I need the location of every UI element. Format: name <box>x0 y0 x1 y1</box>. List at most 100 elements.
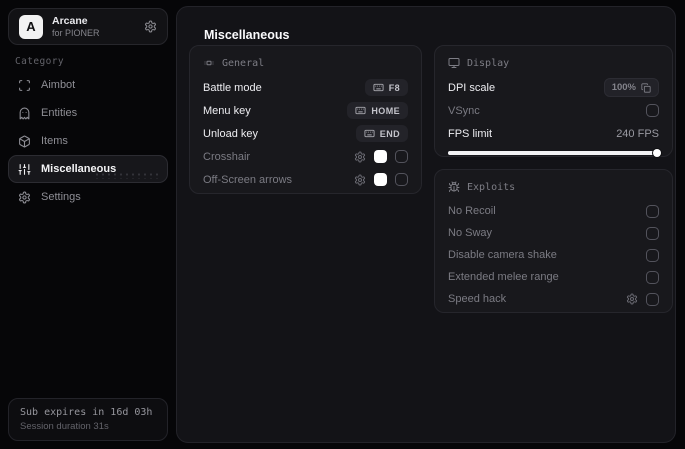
active-item-dots-decoration <box>94 172 158 179</box>
menu-key-keybind-button[interactable]: HOME <box>347 102 408 119</box>
exploits-header-label: Exploits <box>467 181 516 193</box>
aimbot-scan-icon <box>18 79 31 92</box>
sidebar-item-settings[interactable]: Settings <box>8 183 168 211</box>
disable-camera-shake-label: Disable camera shake <box>448 249 557 261</box>
disable-camera-shake-row: Disable camera shake <box>448 244 659 266</box>
session-duration-text: Session duration 31s <box>20 421 109 432</box>
brand-card: A Arcane for PIONER <box>8 8 168 45</box>
gear-icon[interactable] <box>144 20 157 33</box>
offscreen-arrows-controls <box>354 173 408 186</box>
page-title: Miscellaneous <box>204 28 290 42</box>
sidebar-item-label: Entities <box>41 107 78 119</box>
no-sway-label: No Sway <box>448 227 493 239</box>
gear-icon[interactable] <box>354 151 366 163</box>
sub-expiry-text: Sub expires in 16d 03h <box>20 407 153 418</box>
dpi-scale-select[interactable]: 100% <box>603 78 659 97</box>
crosshair-row: Crosshair <box>203 145 408 168</box>
speed-hack-label: Speed hack <box>448 293 507 305</box>
fps-slider-knob[interactable] <box>653 149 661 157</box>
sidebar-item-label: Settings <box>41 191 81 203</box>
keyboard-icon <box>355 105 366 116</box>
keybind-value: F8 <box>388 82 400 93</box>
display-card-header: Display <box>448 57 659 69</box>
crosshair-color-swatch[interactable] <box>374 150 387 163</box>
exploits-card-header: Exploits <box>448 181 659 193</box>
keybind-value: HOME <box>371 105 400 116</box>
battle-mode-label: Battle mode <box>203 81 262 94</box>
keyboard-icon <box>364 128 375 139</box>
app-logo-letter: A <box>26 19 36 34</box>
keybind-value: END <box>379 128 400 139</box>
sliders-icon <box>18 163 31 176</box>
general-card-header: General <box>203 57 408 69</box>
battle-mode-keybind-button[interactable]: F8 <box>364 79 408 96</box>
speed-hack-controls <box>626 292 659 306</box>
monitor-icon <box>448 57 460 69</box>
unload-key-row: Unload key END <box>203 122 408 145</box>
display-header-label: Display <box>467 57 510 69</box>
fps-limit-value: 240 FPS <box>616 127 659 140</box>
general-grid-icon <box>203 57 215 69</box>
speed-hack-checkbox[interactable] <box>646 292 659 306</box>
extended-melee-range-checkbox[interactable] <box>646 270 659 284</box>
unload-key-label: Unload key <box>203 127 259 140</box>
no-sway-checkbox[interactable] <box>646 226 659 240</box>
fps-limit-label: FPS limit <box>448 127 492 140</box>
sidebar-item-label: Items <box>41 135 68 147</box>
sidebar-item-entities[interactable]: Entities <box>8 99 168 127</box>
battle-mode-row: Battle mode F8 <box>203 76 408 99</box>
menu-key-label: Menu key <box>203 104 251 117</box>
offscreen-arrows-color-swatch[interactable] <box>374 173 387 186</box>
crosshair-checkbox[interactable] <box>395 150 408 163</box>
general-card: General Battle mode F8 Menu key HOME Unl… <box>189 45 422 194</box>
fps-limit-row: FPS limit 240 FPS <box>448 122 659 145</box>
menu-key-row: Menu key HOME <box>203 99 408 122</box>
gear-icon <box>18 191 31 204</box>
crosshair-controls <box>354 150 408 163</box>
subscription-info-card: Sub expires in 16d 03h Session duration … <box>8 398 168 441</box>
sidebar-item-miscellaneous[interactable]: Miscellaneous <box>8 155 168 183</box>
offscreen-arrows-checkbox[interactable] <box>395 173 408 186</box>
keyboard-icon <box>373 82 384 93</box>
extended-melee-range-label: Extended melee range <box>448 271 559 283</box>
bug-icon <box>448 181 460 193</box>
sidebar-item-aimbot[interactable]: Aimbot <box>8 71 168 99</box>
fps-limit-slider[interactable] <box>448 149 661 157</box>
sidebar: A Arcane for PIONER Category Aimbot Enti… <box>0 0 176 449</box>
sidebar-item-label: Aimbot <box>41 79 76 91</box>
crosshair-label: Crosshair <box>203 150 251 163</box>
speed-hack-row: Speed hack <box>448 288 659 310</box>
dpi-scale-value: 100% <box>611 82 636 93</box>
fps-slider-fill <box>448 149 661 157</box>
entities-ghost-icon <box>18 107 31 120</box>
category-label: Category <box>15 56 64 67</box>
dpi-scale-label: DPI scale <box>448 81 496 94</box>
offscreen-arrows-label: Off-Screen arrows <box>203 173 293 186</box>
vsync-label: VSync <box>448 104 480 117</box>
app-name: Arcane <box>52 15 88 27</box>
no-recoil-checkbox[interactable] <box>646 204 659 218</box>
brand-text: Arcane for PIONER <box>52 15 100 38</box>
vsync-row: VSync <box>448 99 659 122</box>
no-sway-row: No Sway <box>448 222 659 244</box>
items-package-icon <box>18 135 31 148</box>
exploits-card: Exploits No Recoil No Sway Disable camer… <box>434 169 673 313</box>
no-recoil-row: No Recoil <box>448 200 659 222</box>
vsync-checkbox[interactable] <box>646 104 659 117</box>
sidebar-nav: Aimbot Entities Items Miscellaneous Sett… <box>8 71 168 211</box>
general-header-label: General <box>222 57 265 69</box>
sidebar-item-items[interactable]: Items <box>8 127 168 155</box>
dpi-scale-row: DPI scale 100% <box>448 76 659 99</box>
app-logo: A <box>19 14 43 39</box>
display-card: Display DPI scale 100% VSync FPS limit 2… <box>434 45 673 157</box>
offscreen-arrows-row: Off-Screen arrows <box>203 168 408 191</box>
extended-melee-range-row: Extended melee range <box>448 266 659 288</box>
gear-icon[interactable] <box>626 293 638 305</box>
disable-camera-shake-checkbox[interactable] <box>646 248 659 262</box>
unload-key-keybind-button[interactable]: END <box>355 125 408 142</box>
scale-icon <box>641 82 651 93</box>
app-subtitle: for PIONER <box>52 28 100 38</box>
main-panel: Miscellaneous General Battle mode F8 Men… <box>176 6 676 443</box>
gear-icon[interactable] <box>354 174 366 186</box>
no-recoil-label: No Recoil <box>448 205 496 217</box>
